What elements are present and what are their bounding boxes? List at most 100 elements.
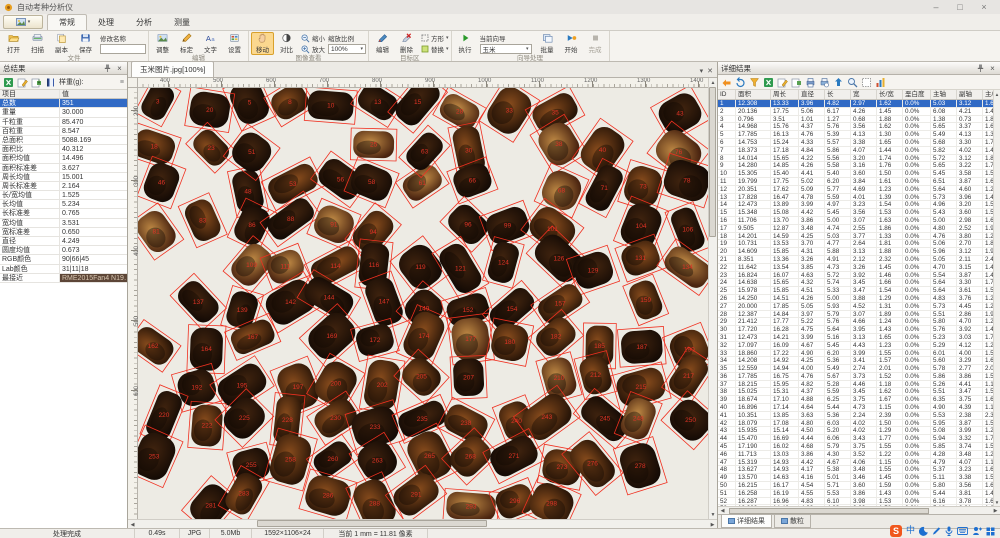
contrast-button[interactable]: 对比 (275, 32, 298, 55)
scroll-down-icon[interactable]: ▼ (993, 498, 1000, 506)
zoom-in-button[interactable]: 放大 (301, 44, 325, 54)
batch-button[interactable]: 批量 (536, 32, 559, 55)
person-icon[interactable] (972, 526, 982, 536)
detail-row[interactable]: 218.35113.363.264.912.122.320.0%5.052.11… (718, 256, 1000, 264)
summary-row[interactable]: 千粒重85.470 (0, 118, 127, 127)
scroll-up-icon[interactable]: ▲ (993, 90, 1000, 98)
image-tab[interactable]: 玉米图片.jpg[100%] (131, 61, 214, 77)
detail-row[interactable]: 2720.00017.855.055.934.521.310.0%5.734.4… (718, 303, 1000, 311)
finish-button[interactable]: 完成 (584, 32, 607, 55)
summary-row[interactable]: 长标准差0.765 (0, 209, 127, 218)
summary-row[interactable]: 长均值5.234 (0, 200, 127, 209)
detail-row[interactable]: 2515.97815.854.515.333.471.540.0%5.643.6… (718, 287, 1000, 295)
detail-row[interactable]: 2614.25014.514.265.003.881.290.0%4.833.7… (718, 295, 1000, 303)
detail-row[interactable]: 1611.70613.703.865.003.071.630.0%5.002.9… (718, 217, 1000, 225)
target-edit-button[interactable]: 编辑 (371, 32, 394, 55)
print-icon[interactable] (805, 77, 816, 88)
export-excel-icon[interactable] (763, 77, 774, 88)
restore-button[interactable]: □ (948, 0, 972, 14)
export-excel-icon[interactable] (3, 77, 14, 88)
vertical-scrollbar[interactable]: ▲ ▼ (708, 78, 717, 519)
detail-row[interactable]: 3617.78516.754.765.673.731.520.0%5.863.8… (718, 373, 1000, 381)
detail-row[interactable]: 1412.47313.893.994.973.231.540.0%4.963.2… (718, 201, 1000, 209)
pen-icon[interactable] (932, 526, 941, 536)
summary-row[interactable]: 百粒重8.547 (0, 127, 127, 136)
export-up-icon[interactable] (833, 77, 844, 88)
detail-row[interactable]: 3512.55914.944.005.492.742.010.0%5.782.7… (718, 365, 1000, 373)
start-button[interactable]: 开始 (560, 32, 583, 55)
detail-row[interactable]: 5313.08214.464.084.883.221.580.0%5.183.2… (718, 505, 1000, 506)
zoom-ratio-select[interactable]: 100%▾ (328, 44, 366, 54)
database-book-icon[interactable] (45, 77, 56, 88)
duplicate-button[interactable]: 副本 (50, 32, 73, 55)
summary-row[interactable]: 总数351 (0, 99, 127, 108)
detail-row[interactable]: 1119.79917.755.026.203.841.610.0%6.513.8… (718, 178, 1000, 186)
tab-list-icon[interactable]: ▾ (700, 67, 704, 75)
detail-row[interactable]: 3414.20814.924.255.363.411.570.0%5.603.2… (718, 357, 1000, 365)
detail-row[interactable]: 2316.82416.074.635.723.921.460.0%5.543.8… (718, 272, 1000, 280)
panel-menu-icon[interactable]: ≡ (120, 79, 124, 86)
tab-detail-results[interactable]: 详细结果 (721, 515, 772, 528)
scan-button[interactable]: 扫描 (26, 32, 49, 55)
detail-row[interactable]: 4110.35113.853.635.362.242.390.0%5.532.3… (718, 412, 1000, 420)
tab-scattered[interactable]: 散粒 (774, 515, 811, 528)
detail-row[interactable]: 1910.73113.533.704.772.641.810.0%5.062.7… (718, 240, 1000, 248)
detail-row[interactable]: 3318.86017.224.906.203.991.550.0%6.014.0… (718, 350, 1000, 358)
summary-row[interactable]: 直径4.249 (0, 237, 127, 246)
adjust-button[interactable]: 调整 (151, 32, 174, 55)
tab-general[interactable]: 常规 (47, 14, 87, 30)
detail-row[interactable]: 414.96815.764.375.763.561.620.0%5.653.37… (718, 123, 1000, 131)
detail-row[interactable]: 4913.57014.634.165.013.461.450.0%5.113.3… (718, 474, 1000, 482)
summary-row[interactable]: 面积比40.312 (0, 145, 127, 154)
replace-button[interactable]: 替换▾ (421, 44, 449, 54)
detail-row[interactable]: 4315.93515.144.505.204.021.290.0%5.083.9… (718, 427, 1000, 435)
save-sheet-icon[interactable] (31, 77, 42, 88)
chart-icon[interactable] (875, 77, 886, 88)
seed-image[interactable]: 3581013151820232528303335384043464851535… (138, 88, 708, 519)
detail-row[interactable]: 3718.21515.954.825.284.461.180.0%5.264.4… (718, 381, 1000, 389)
rename-input[interactable] (100, 44, 146, 54)
summary-row[interactable]: 宽均值3.531 (0, 219, 127, 228)
shape-square-button[interactable]: 方形▾ (421, 33, 449, 43)
detail-row[interactable]: 5216.28716.964.836.103.981.530.0%6.163.7… (718, 498, 1000, 506)
ime-lang-icon[interactable]: 中 (906, 525, 915, 537)
detail-row[interactable]: 1220.35117.625.095.774.691.230.0%5.644.6… (718, 186, 1000, 194)
detail-row[interactable]: 220.13617.755.066.174.261.450.0%6.084.21… (718, 108, 1000, 116)
close-icon[interactable]: × (988, 64, 997, 73)
target-delete-button[interactable]: 删除 (395, 32, 418, 55)
detail-row[interactable]: 2414.63815.654.325.743.451.660.0%5.643.3… (718, 279, 1000, 287)
pin-icon[interactable] (103, 64, 112, 73)
summary-row[interactable]: 面积标准差3.627 (0, 164, 127, 173)
calibrate-button[interactable]: 标定 (175, 32, 198, 55)
detail-scroll-thumb[interactable] (729, 508, 929, 514)
detail-row[interactable]: 914.28014.854.265.583.161.760.0%5.653.22… (718, 162, 1000, 170)
undo-icon[interactable] (735, 77, 746, 88)
print-preview-icon[interactable] (819, 77, 830, 88)
edit-sheet-icon[interactable] (17, 77, 28, 88)
minimize-button[interactable]: – (924, 0, 948, 14)
tab-close-icon[interactable]: ✕ (707, 67, 713, 75)
filter-icon[interactable] (749, 77, 760, 88)
summary-row[interactable]: RGB颜色90|66|45 (0, 255, 127, 264)
moon-icon[interactable] (919, 526, 928, 536)
horizontal-scrollbar[interactable]: ◀ ▶ (128, 519, 717, 528)
text-button[interactable]: Aa 文字 (199, 32, 222, 55)
detail-horizontal-scrollbar[interactable]: ◀ ▶ (718, 506, 1000, 514)
summary-row[interactable]: 总面积5088.169 (0, 136, 127, 145)
detail-row[interactable]: 3815.02515.314.375.593.451.620.0%5.513.4… (718, 388, 1000, 396)
detail-row[interactable]: 4218.07917.084.806.034.021.500.0%5.953.8… (718, 420, 1000, 428)
detail-row[interactable]: 2812.38714.843.975.793.071.890.0%5.512.8… (718, 311, 1000, 319)
summary-row[interactable]: Lab颜色31|11|18 (0, 265, 127, 274)
detail-row[interactable]: 30.7963.511.011.270.681.880.0%1.380.731.… (718, 116, 1000, 124)
detail-row[interactable]: 112.30813.333.964.822.971.620.0%5.033.12… (718, 100, 1000, 108)
microphone-icon[interactable] (945, 526, 953, 536)
detail-row[interactable]: 4415.47016.694.446.063.431.770.0%5.943.3… (718, 435, 1000, 443)
move-button[interactable]: 移动 (251, 32, 274, 55)
save-sheet-icon[interactable] (791, 77, 802, 88)
tab-analyze[interactable]: 分析 (125, 15, 163, 30)
save-button[interactable]: 保存 (74, 32, 97, 55)
detail-row[interactable]: 4016.89617.144.645.444.731.150.0%4.904.3… (718, 404, 1000, 412)
detail-row[interactable]: 3112.47314.213.995.163.131.650.0%5.233.0… (718, 334, 1000, 342)
detail-row[interactable]: 179.50512.873.484.742.551.860.0%4.802.52… (718, 225, 1000, 233)
detail-row[interactable]: 1015.30515.404.415.403.601.500.0%5.453.5… (718, 170, 1000, 178)
